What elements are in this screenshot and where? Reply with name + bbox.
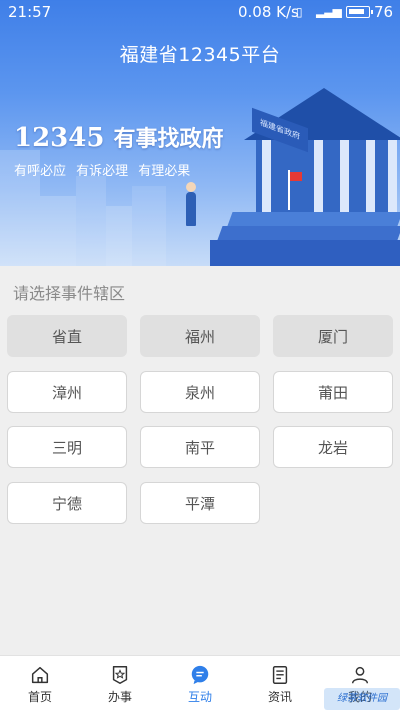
watermark-logo: 绿茶软件园	[324, 688, 400, 710]
document-list-icon	[272, 666, 288, 684]
platform-title: 福建省12345平台	[119, 44, 281, 66]
region-button[interactable]: 福州	[140, 315, 260, 357]
region-button[interactable]: 宁德	[7, 482, 127, 524]
nav-item-services[interactable]: 办事	[80, 656, 160, 711]
home-icon	[31, 666, 49, 684]
region-button[interactable]: 三明	[7, 426, 127, 468]
region-button[interactable]: 厦门	[273, 315, 393, 357]
region-button[interactable]: 南平	[140, 426, 260, 468]
slogan-number: 12345	[14, 123, 105, 153]
building-column	[314, 140, 323, 214]
flag-icon	[290, 172, 302, 181]
region-button[interactable]: 漳州	[7, 371, 127, 413]
building-column	[388, 140, 397, 214]
nav-label: 办事	[107, 690, 132, 704]
slogan-text: 有事找政府	[113, 127, 224, 152]
building-decoration	[132, 186, 166, 266]
building-decoration	[40, 196, 76, 266]
region-button[interactable]: 平潭	[140, 482, 260, 524]
slogan: 12345 有事找政府	[14, 121, 224, 153]
building-decoration	[106, 206, 132, 266]
building-column	[262, 140, 271, 214]
chat-icon	[191, 665, 209, 685]
status-bar: 21:57 0.08 K/s ▯ ▂▃▅ 76	[0, 0, 400, 26]
building-steps	[210, 240, 400, 266]
nav-item-home[interactable]: 首页	[0, 656, 80, 711]
battery-icon	[346, 6, 373, 18]
person-illustration	[186, 192, 196, 226]
person-illustration	[186, 182, 196, 192]
user-icon	[351, 666, 369, 684]
region-button[interactable]: 莆田	[273, 371, 393, 413]
building-column	[366, 140, 375, 214]
network-speed: 0.08 K/s	[238, 3, 299, 21]
government-building	[256, 140, 396, 214]
nav-item-interaction[interactable]: 互动	[160, 656, 240, 711]
nav-item-news[interactable]: 资讯	[240, 656, 320, 711]
vibrate-icon: ▯	[296, 5, 303, 19]
star-badge-icon	[112, 666, 128, 684]
status-time: 21:57	[8, 3, 52, 21]
header-banner: 21:57 0.08 K/s ▯ ▂▃▅ 76 福建省12345平台 福建省政府…	[0, 0, 400, 266]
subslogan: 有呼必应 有诉必理 有理必果	[14, 164, 191, 179]
region-button[interactable]: 龙岩	[273, 426, 393, 468]
region-prompt: 请选择事件辖区	[13, 284, 126, 303]
signal-icon: ▂▃▅	[316, 4, 342, 18]
building-steps	[227, 212, 400, 226]
region-button[interactable]: 省直	[7, 315, 127, 357]
building-decoration	[76, 176, 106, 266]
battery-level: 76	[374, 3, 394, 21]
nav-label: 资讯	[267, 690, 292, 704]
building-steps	[217, 226, 400, 240]
building-column	[340, 140, 349, 214]
nav-label: 互动	[187, 690, 212, 704]
region-button[interactable]: 泉州	[140, 371, 260, 413]
nav-label: 首页	[27, 690, 52, 704]
